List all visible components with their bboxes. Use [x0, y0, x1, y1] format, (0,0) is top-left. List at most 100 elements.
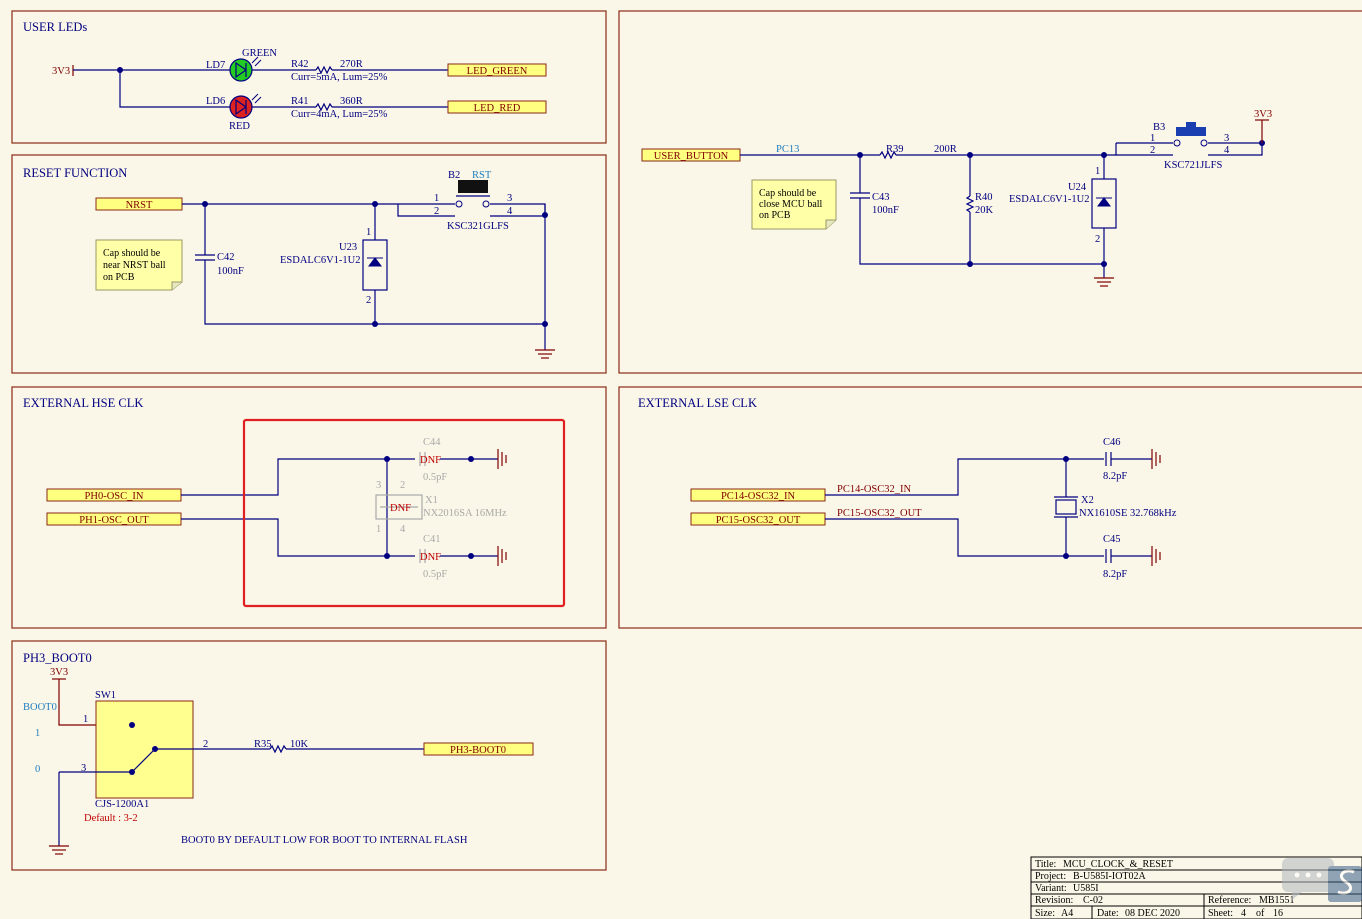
lse-circuit: PC14-OSC32_IN PC15-OSC32_OUT PC14-OSC32_… [690, 437, 1177, 580]
r35-ref: R35 [254, 739, 272, 750]
user-button-circuit: USER_BUTTON PC13 Cap should be close MCU… [641, 109, 1272, 287]
b2-ref: B2 [448, 170, 460, 181]
tb-project-v: B-U585I-IOT02A [1073, 871, 1147, 882]
note-mcu-l1: Cap should be [759, 188, 817, 199]
resistor-r35-icon [269, 744, 287, 754]
sw1-ref: SW1 [95, 690, 116, 701]
button-b2-icon[interactable] [458, 180, 488, 193]
tb-project-k: Project: [1035, 871, 1066, 882]
c45-ref: C45 [1103, 534, 1121, 545]
schematic-sheet: USER LEDs RESET FUNCTION EXTERNAL HSE CL… [11, 10, 1362, 919]
c42-ref: C42 [217, 252, 235, 263]
r40-val: 20K [975, 205, 994, 216]
ld7-ref: LD7 [206, 60, 225, 71]
hse-circuit: PH0-OSC_IN PH1-OSC_OUT C44 DNF 0.5pF C41… [46, 418, 566, 608]
r42-val: 270R [340, 59, 363, 70]
tb-of-v: 16 [1273, 908, 1283, 919]
u23-pin2: 2 [366, 295, 371, 306]
c44-ref: C44 [423, 437, 441, 448]
x1-dnf: DNF [390, 503, 411, 514]
ground-icon-lse-1 [1151, 449, 1161, 469]
u24-ref: U24 [1068, 182, 1087, 193]
ground-icon-b3 [1094, 277, 1114, 287]
led-ld6-icon [229, 95, 253, 119]
b2-p1: 1 [434, 193, 439, 204]
r42-ref: R42 [291, 59, 309, 70]
boot0-zero: 0 [35, 764, 40, 775]
port-ph0-label: PH0-OSC_IN [85, 491, 144, 502]
power-label-3v3-b3: 3V3 [1254, 109, 1272, 120]
tb-title-v: MCU_CLOCK_&_RESET [1063, 859, 1173, 870]
tb-date-k: Date: [1097, 908, 1119, 919]
c44-dnf: DNF [420, 455, 441, 466]
tb-variant-k: Variant: [1035, 883, 1067, 894]
c41-ref: C41 [423, 534, 441, 545]
b3-p1: 1 [1150, 133, 1155, 144]
button-b3-icon[interactable] [1176, 127, 1206, 136]
power-label-3v3-boot: 3V3 [50, 667, 68, 678]
port-led-red-label: LED_RED [474, 103, 521, 114]
tb-date-v: 08 DEC 2020 [1125, 908, 1180, 919]
section-title-reset: RESET FUNCTION [23, 166, 127, 180]
crystal-x2-icon [1055, 499, 1077, 515]
tb-sheet-k: Sheet: [1208, 908, 1233, 919]
tb-reference-k: Reference: [1208, 895, 1251, 906]
c46-val: 8.2pF [1103, 471, 1127, 482]
section-title-hse: EXTERNAL HSE CLK [23, 396, 143, 410]
port-user-button-label: USER_BUTTON [654, 151, 729, 162]
u24-pin1: 1 [1095, 166, 1100, 177]
ld7-color: GREEN [242, 48, 277, 59]
port-ph1-label: PH1-OSC_OUT [79, 515, 149, 526]
ground-icon [535, 349, 555, 359]
watermark-logo [1282, 858, 1362, 902]
x1-val: NX2016SA 16MHz [423, 508, 507, 519]
section-title-user-leds: USER LEDs [23, 20, 87, 34]
x2-val: NX1610SE 32.768kHz [1079, 508, 1177, 519]
x1-pin3: 3 [376, 480, 381, 491]
sw1-val: CJS-1200A1 [95, 799, 149, 810]
u23-pin1: 1 [366, 227, 371, 238]
port-pc14-label: PC14-OSC32_IN [721, 491, 796, 502]
tb-reference-v: MB1551 [1259, 895, 1295, 906]
tb-sheet-v: 4 [1241, 908, 1246, 919]
u23-val: ESDALC6V1-1U2 [280, 255, 361, 266]
port-pc15-label: PC15-OSC32_OUT [716, 515, 801, 526]
c46-ref: C46 [1103, 437, 1121, 448]
boot0-caption: BOOT0 BY DEFAULT LOW FOR BOOT TO INTERNA… [181, 835, 468, 846]
frame-lse-clk [618, 386, 1362, 629]
sw1-pin1: 1 [83, 714, 88, 725]
c45-val: 8.2pF [1103, 569, 1127, 580]
note-nrst-l1: Cap should be [103, 248, 161, 259]
u23-ref: U23 [339, 242, 357, 253]
c44-val: 0.5pF [423, 472, 447, 483]
r35-val: 10K [290, 739, 309, 750]
note-nrst-l2: near NRST ball [103, 260, 166, 271]
boot0-label: BOOT0 [23, 702, 57, 713]
r41-ref: R41 [291, 96, 309, 107]
x1-pin1: 1 [376, 524, 381, 535]
port-nrst-label: NRST [126, 200, 153, 211]
r41-note: Curr=4mA, Lum=25% [291, 109, 388, 120]
power-label-3v3: 3V3 [52, 66, 70, 77]
b3-p2: 2 [1150, 145, 1155, 156]
led-ld7-icon [229, 58, 253, 82]
u24-pin2: 2 [1095, 234, 1100, 245]
c41-dnf: DNF [420, 552, 441, 563]
c42-val: 100nF [217, 266, 244, 277]
ld6-color: RED [229, 121, 250, 132]
b2-p4: 4 [507, 206, 513, 217]
b2-label: RST [472, 170, 492, 181]
ground-icon-hse-2 [497, 546, 507, 566]
tb-revision-v: C-02 [1083, 895, 1103, 906]
title-block: Title: MCU_CLOCK_&_RESET Project: B-U585… [1030, 856, 1362, 919]
user-leds-circuit: 3V3 LD7 GREEN R42 270R Curr=5mA, Lum=25%… [52, 48, 547, 132]
b3-ref: B3 [1153, 122, 1165, 133]
frame-hse-clk [11, 386, 607, 629]
boot0-circuit: 3V3 BOOT0 1 0 SW1 1 3 2 CJS-1200A1 Defau… [23, 667, 534, 855]
net-pc15-label: PC15-OSC32_OUT [837, 508, 922, 519]
c43-val: 100nF [872, 205, 899, 216]
sw1-pin2: 2 [203, 739, 208, 750]
sw1-default: Default : 3-2 [84, 813, 138, 824]
x1-pin2: 2 [400, 480, 405, 491]
tb-size-k: Size: [1035, 908, 1055, 919]
